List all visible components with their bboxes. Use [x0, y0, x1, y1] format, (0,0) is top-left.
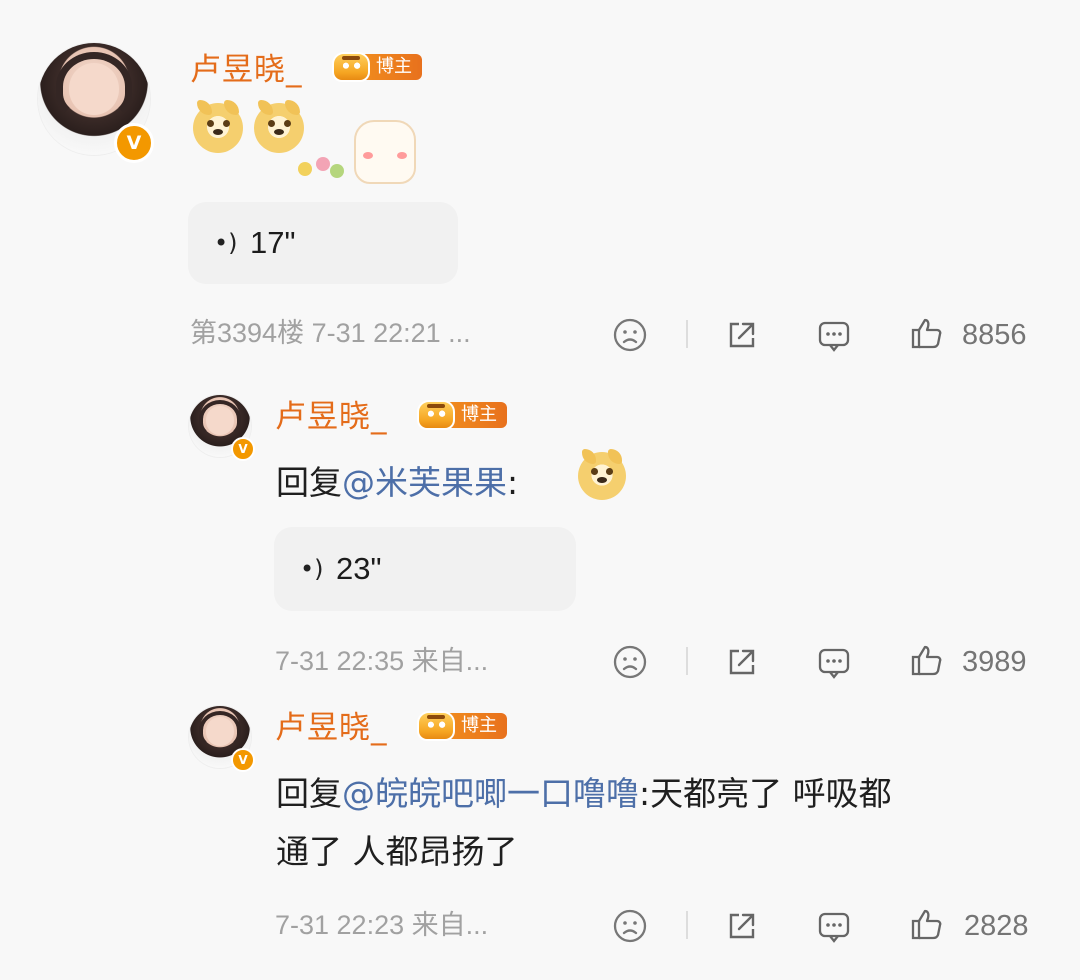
share-icon[interactable] [722, 315, 762, 355]
doge-emoji-icon [254, 100, 304, 153]
divider [686, 320, 688, 348]
mention-link[interactable]: @皖皖吧唧一口噜噜 [342, 774, 639, 813]
verified-badge-icon: V [114, 123, 154, 163]
username[interactable]: 卢昱晓_ [190, 55, 303, 86]
author-badge-label: 博主 [447, 402, 507, 428]
comment-icon[interactable] [814, 906, 854, 946]
like-count: 8856 [962, 319, 1027, 351]
voice-duration: 23" [336, 551, 382, 586]
author-badge: 博主 [332, 52, 422, 82]
voice-message[interactable]: •) 17" [188, 202, 458, 284]
face-shape [69, 63, 119, 115]
reply-text: 回复@米芙果果: [276, 455, 518, 511]
verified-badge-icon: V [231, 748, 255, 772]
voice-message[interactable]: •) 23" [274, 527, 576, 611]
reply-prefix: 回复 [276, 774, 342, 813]
voice-duration: 17" [250, 225, 296, 260]
tiger-badge-icon [332, 52, 370, 82]
reply-tail: :天都亮了 呼吸都 [639, 774, 892, 813]
share-icon[interactable] [722, 642, 762, 682]
reply-tail: : [507, 463, 519, 502]
comment-icon[interactable] [814, 315, 854, 355]
author-badge-label: 博主 [447, 713, 507, 739]
voice-wave-icon: •) [214, 229, 238, 257]
face-shape [206, 717, 234, 746]
reply-text: 回复@皖皖吧唧一口噜噜:天都亮了 呼吸都 [276, 766, 892, 822]
doge-emoji-icon [193, 100, 243, 153]
reply-prefix: 回复 [276, 463, 342, 502]
voice-wave-icon: •) [300, 555, 324, 583]
author-badge: 博主 [417, 711, 507, 741]
comment-icon[interactable] [814, 642, 854, 682]
like-icon[interactable] [906, 313, 946, 353]
verified-badge-icon: V [231, 437, 255, 461]
username[interactable]: 卢昱晓_ [275, 402, 388, 433]
author-badge-label: 博主 [362, 54, 422, 80]
dislike-icon[interactable] [610, 315, 650, 355]
comment-meta: 7-31 22:35 来自... [275, 646, 489, 676]
tiger-badge-icon [417, 711, 455, 741]
divider [686, 911, 688, 939]
dislike-icon[interactable] [610, 906, 650, 946]
face-shape [206, 406, 234, 435]
mention-link[interactable]: @米芙果果 [342, 463, 507, 502]
author-badge: 博主 [417, 400, 507, 430]
dislike-icon[interactable] [610, 642, 650, 682]
like-count: 2828 [964, 910, 1029, 942]
like-icon[interactable] [906, 640, 946, 680]
tiger-badge-icon [417, 400, 455, 430]
comment-meta: 第3394楼 7-31 22:21 ... [190, 318, 471, 348]
divider [686, 647, 688, 675]
reply-text-line-2: 通了 人都昂扬了 [276, 832, 518, 871]
doge-emoji-icon [578, 449, 626, 500]
like-icon[interactable] [906, 904, 946, 944]
like-count: 3989 [962, 646, 1027, 678]
share-icon[interactable] [722, 906, 762, 946]
cat-sticker-icon [354, 120, 416, 184]
username[interactable]: 卢昱晓_ [275, 713, 388, 744]
comment-meta: 7-31 22:23 来自... [275, 910, 489, 940]
flower-sticker-icon [298, 157, 346, 179]
